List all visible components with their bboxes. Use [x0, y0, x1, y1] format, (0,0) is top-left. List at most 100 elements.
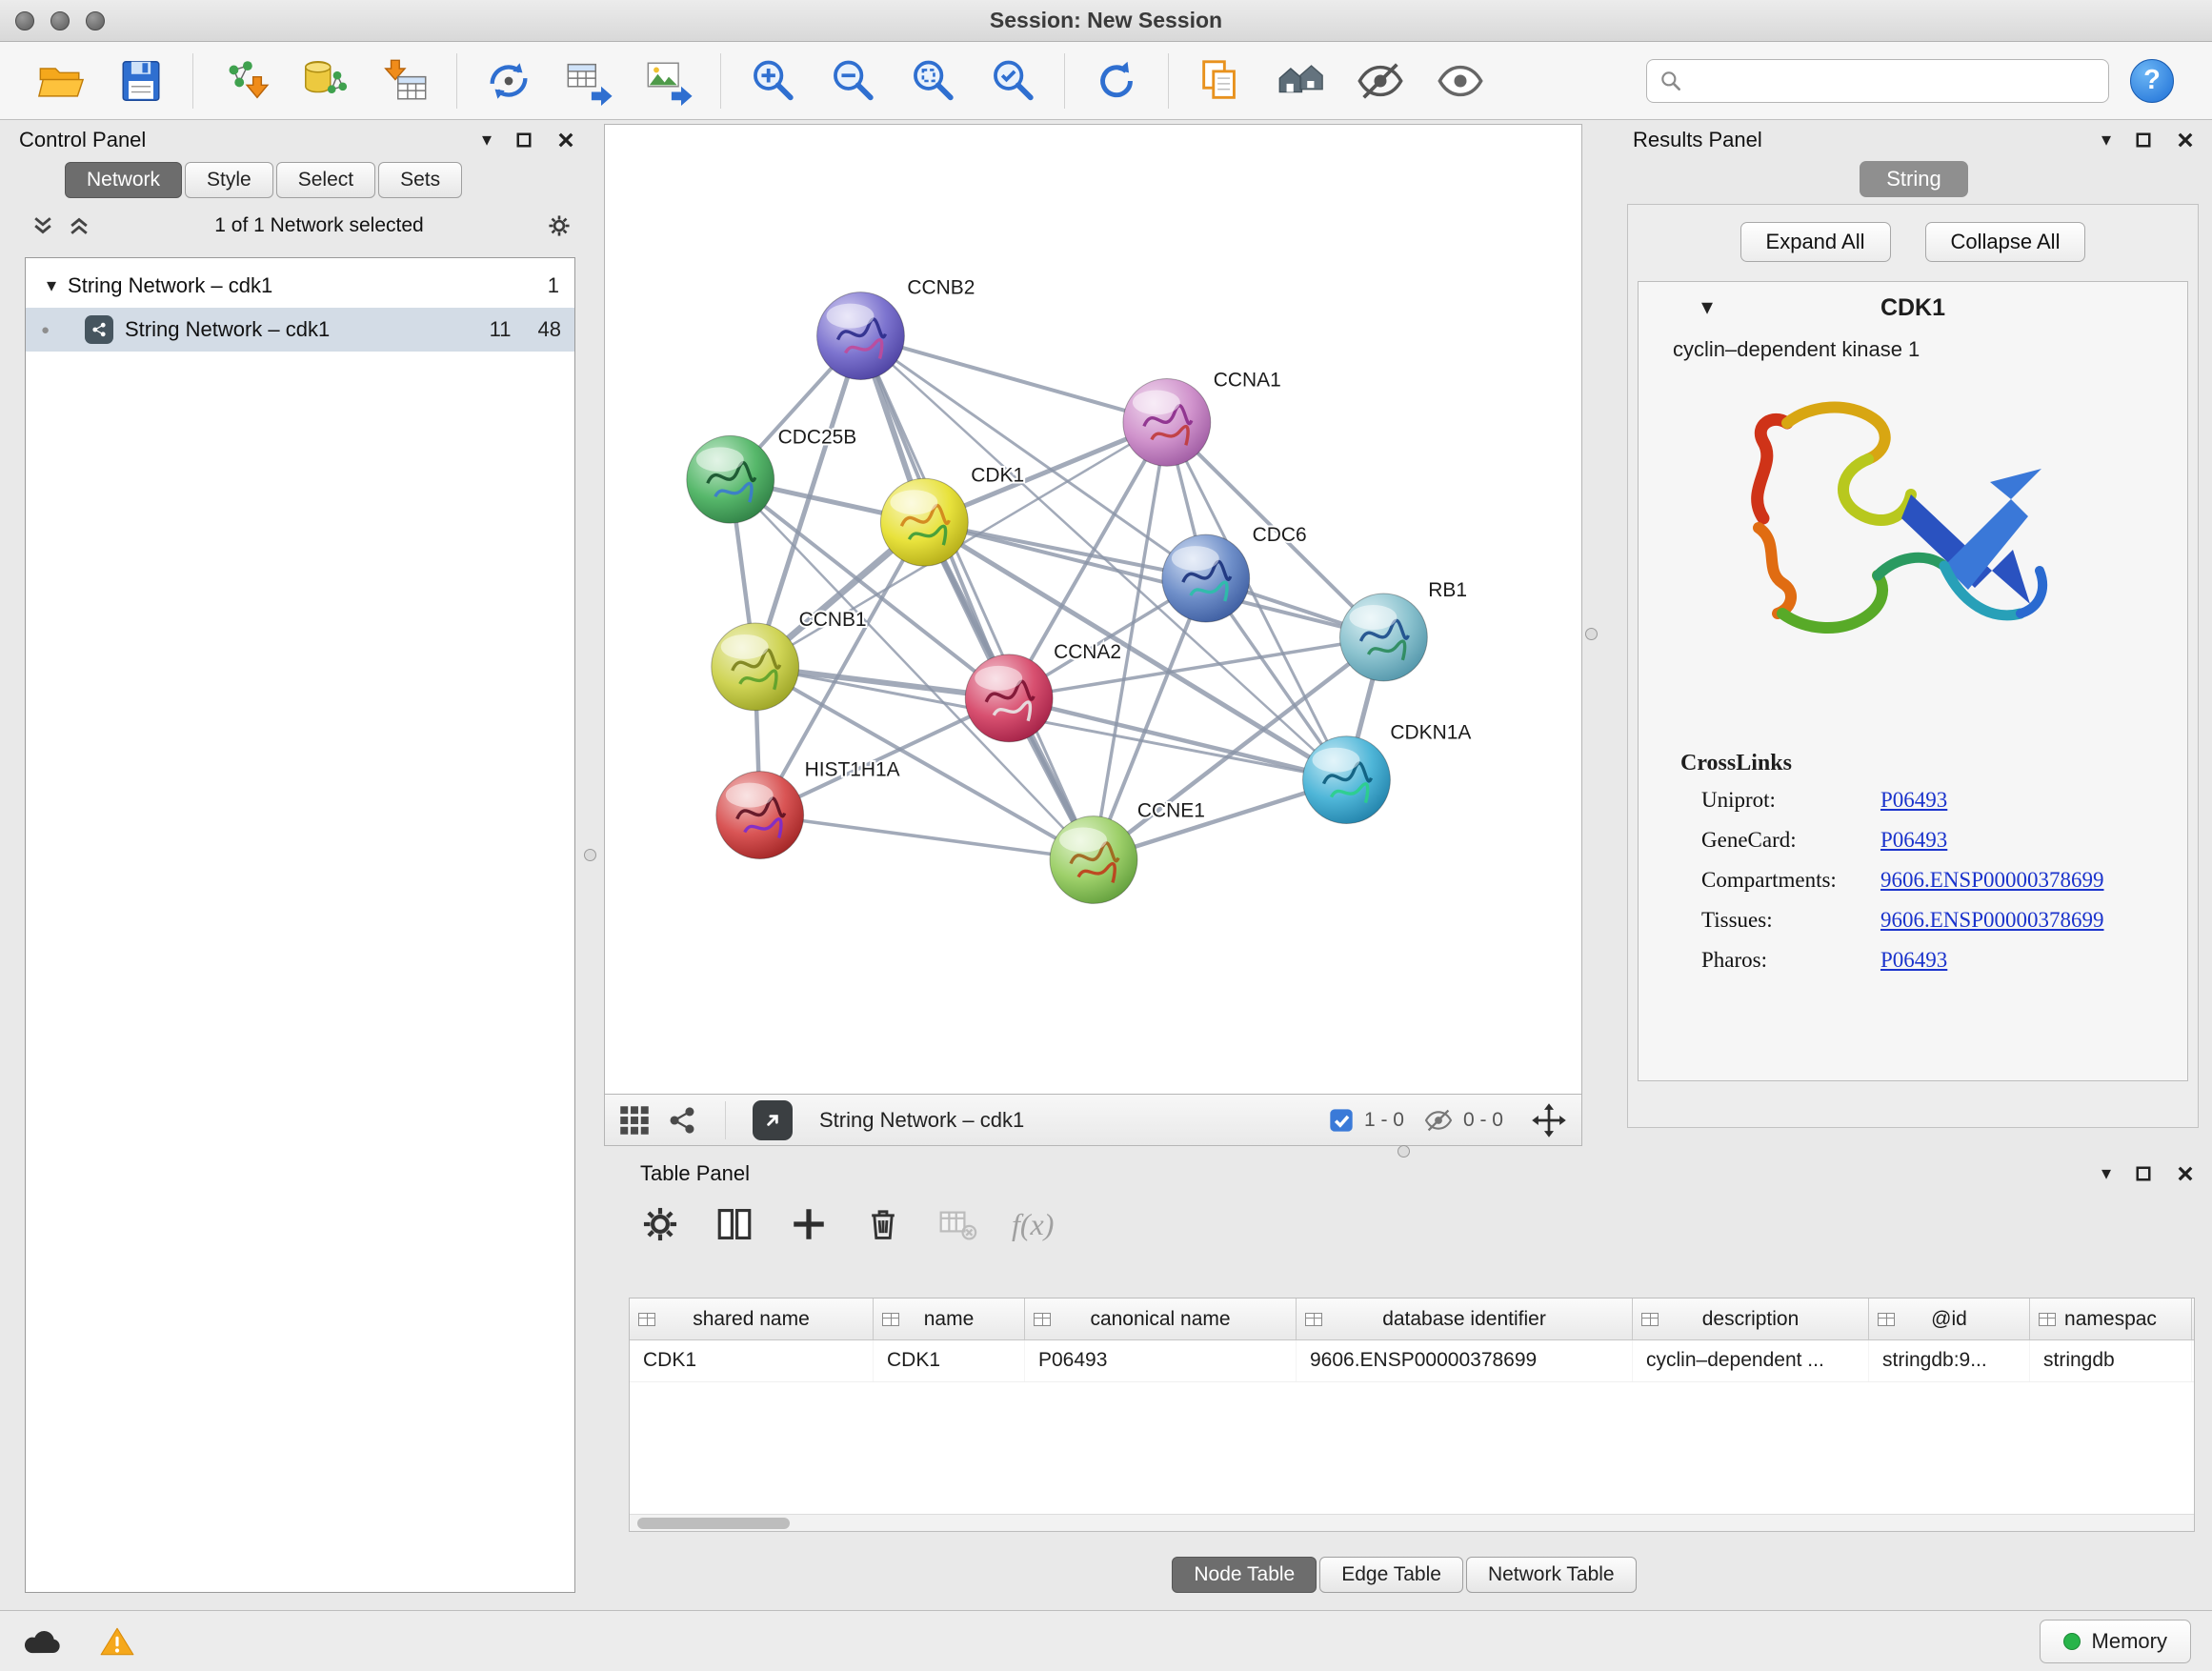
tab-edge-table[interactable]: Edge Table [1319, 1557, 1463, 1593]
network-node-RB1[interactable] [1339, 594, 1427, 681]
import-network-database-button[interactable] [298, 54, 352, 108]
close-panel-icon[interactable] [2176, 1164, 2195, 1183]
help-button[interactable]: ? [2130, 59, 2174, 103]
network-node-CCNA2[interactable] [965, 654, 1053, 742]
float-panel-icon[interactable] [2134, 131, 2153, 150]
export-image-button[interactable] [642, 54, 695, 108]
network-collection-row[interactable]: ▾ String Network – cdk1 1 [26, 264, 574, 308]
network-node-CCNA1[interactable] [1123, 378, 1211, 466]
column-header-database-identifier[interactable]: database identifier [1297, 1299, 1633, 1339]
table-cell[interactable]: CDK1 [630, 1340, 874, 1381]
open-in-new-window-button[interactable] [753, 1100, 793, 1140]
network-node-CCNB1[interactable] [712, 623, 799, 711]
tab-sets[interactable]: Sets [378, 162, 462, 198]
delete-column-trash-icon[interactable] [863, 1204, 903, 1244]
column-header-namespac[interactable]: namespac [2030, 1299, 2192, 1339]
minimize-window-button[interactable] [50, 11, 70, 30]
table-options-gear-icon[interactable] [640, 1204, 680, 1244]
network-node-CDC25B[interactable] [687, 435, 774, 523]
collapse-all-icon[interactable] [67, 213, 91, 238]
right-splitter-handle[interactable] [1585, 628, 1598, 640]
selected-checkbox-icon[interactable] [1328, 1107, 1355, 1134]
network-share-icon[interactable] [666, 1104, 698, 1137]
network-edge-CCNB2-CCNE1[interactable] [860, 336, 1094, 860]
network-edge-CCNA2-CDKN1A[interactable] [1009, 698, 1346, 780]
panel-menu-caret-icon[interactable]: ▾ [482, 131, 492, 150]
zoom-fit-button[interactable] [906, 54, 959, 108]
crosslink-value-link[interactable]: 9606.ENSP00000378699 [1880, 868, 2104, 893]
network-view[interactable]: CCNB2CCNA1CDC25BCDK1CDC6RB1CCNB1CCNA2CDK… [604, 124, 1582, 1095]
search-input[interactable] [1691, 70, 2097, 92]
import-table-file-button[interactable] [378, 54, 432, 108]
refresh-button[interactable] [1090, 54, 1143, 108]
collapse-all-button[interactable]: Collapse All [1925, 222, 2086, 262]
warning-icon[interactable] [99, 1625, 135, 1658]
network-edge-CCNE1-HIST1H1A[interactable] [760, 815, 1094, 860]
show-graphics-details-button[interactable] [1434, 54, 1487, 108]
network-node-HIST1H1A[interactable] [716, 772, 804, 859]
zoom-in-button[interactable] [746, 54, 799, 108]
close-window-button[interactable] [15, 11, 34, 30]
import-network-file-button[interactable] [218, 54, 271, 108]
tab-style[interactable]: Style [185, 162, 273, 198]
panel-menu-caret-icon[interactable]: ▾ [2101, 131, 2111, 150]
cloud-icon[interactable] [21, 1625, 63, 1658]
scrollbar-thumb[interactable] [637, 1518, 790, 1529]
crosslink-value-link[interactable]: 9606.ENSP00000378699 [1880, 908, 2104, 933]
zoom-window-button[interactable] [86, 11, 105, 30]
open-session-button[interactable] [34, 54, 88, 108]
panel-menu-caret-icon[interactable]: ▾ [2101, 1164, 2111, 1183]
birds-eye-grid-icon[interactable] [618, 1104, 651, 1137]
table-cell[interactable]: stringdb:9... [1869, 1340, 2030, 1381]
network-node-CDKN1A[interactable] [1303, 736, 1391, 824]
tree-caret-icon[interactable]: ▾ [47, 276, 56, 295]
network-node-CCNE1[interactable] [1050, 816, 1137, 904]
table-cell[interactable]: CDK1 [874, 1340, 1025, 1381]
tab-string[interactable]: String [1860, 161, 1967, 197]
houses-button[interactable] [1274, 54, 1327, 108]
create-column-plus-icon[interactable] [789, 1204, 829, 1244]
memory-button[interactable]: Memory [2040, 1620, 2191, 1663]
network-node-CDC6[interactable] [1162, 534, 1250, 622]
table-cell[interactable]: stringdb [2030, 1340, 2192, 1381]
horizontal-scrollbar[interactable] [630, 1514, 2194, 1531]
table-cell[interactable]: cyclin–dependent ... [1633, 1340, 1869, 1381]
bottom-splitter-handle[interactable] [1398, 1145, 1410, 1158]
gene-collapse-caret-icon[interactable]: ▾ [1701, 296, 1713, 319]
expand-all-button[interactable]: Expand All [1740, 222, 1891, 262]
left-splitter-handle[interactable] [584, 849, 596, 861]
table-row[interactable]: CDK1CDK1P064939606.ENSP00000378699cyclin… [630, 1340, 2194, 1382]
zoom-out-button[interactable] [826, 54, 879, 108]
column-header-description[interactable]: description [1633, 1299, 1869, 1339]
table-cell[interactable]: 9606.ENSP00000378699 [1297, 1340, 1633, 1381]
network-options-gear-icon[interactable] [547, 213, 572, 238]
tab-network-table[interactable]: Network Table [1466, 1557, 1637, 1593]
table-cell[interactable]: P06493 [1025, 1340, 1297, 1381]
crosslink-value-link[interactable]: P06493 [1880, 828, 1947, 853]
network-node-CCNB2[interactable] [817, 292, 905, 380]
network-canvas[interactable]: CCNB2CCNA1CDC25BCDK1CDC6RB1CCNB1CCNA2CDK… [605, 125, 1581, 1094]
export-table-button[interactable] [562, 54, 615, 108]
network-row-selected[interactable]: ● String Network – cdk1 11 48 [26, 308, 574, 352]
toolbar-search[interactable] [1646, 59, 2109, 103]
export-network-button[interactable] [482, 54, 535, 108]
expand-all-icon[interactable] [30, 213, 55, 238]
float-panel-icon[interactable] [2134, 1164, 2153, 1183]
zoom-selected-button[interactable] [986, 54, 1039, 108]
close-panel-icon[interactable] [556, 131, 575, 150]
crosslink-value-link[interactable]: P06493 [1880, 788, 1947, 813]
float-panel-icon[interactable] [514, 131, 533, 150]
tab-select[interactable]: Select [276, 162, 375, 198]
column-header-canonical-name[interactable]: canonical name [1025, 1299, 1297, 1339]
pan-move-icon[interactable] [1530, 1101, 1568, 1139]
crosslink-value-link[interactable]: P06493 [1880, 948, 1947, 973]
hidden-eye-slash-icon[interactable] [1423, 1108, 1454, 1133]
column-header-name[interactable]: name [874, 1299, 1025, 1339]
network-edge-CDK1-RB1[interactable] [924, 522, 1383, 637]
close-panel-icon[interactable] [2176, 131, 2195, 150]
column-header-shared-name[interactable]: shared name [630, 1299, 874, 1339]
tab-node-table[interactable]: Node Table [1172, 1557, 1317, 1593]
save-session-button[interactable] [114, 54, 168, 108]
show-columns-icon[interactable] [714, 1204, 754, 1244]
network-node-CDK1[interactable] [880, 478, 968, 566]
